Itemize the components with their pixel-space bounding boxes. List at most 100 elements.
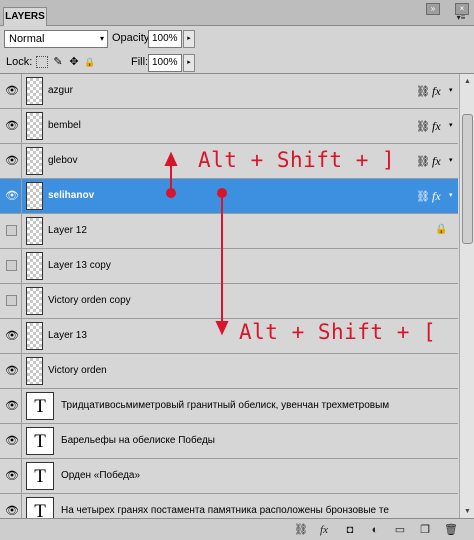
tab-layers[interactable]: LAYERS <box>3 7 47 26</box>
eye-icon: 👁 <box>5 470 19 482</box>
layer-name[interactable]: glebov <box>48 155 77 166</box>
layer-row[interactable]: 👁 Victory orden <box>0 354 458 389</box>
layer-row[interactable]: Layer 12 🔒 <box>0 214 458 249</box>
layer-name[interactable]: Layer 12 <box>48 225 87 236</box>
layer-name[interactable]: На четырех гранях постамента памятника р… <box>61 505 389 516</box>
lock-position-move-icon[interactable]: ✥ <box>68 56 80 68</box>
hidden-eye-box-icon <box>6 295 17 306</box>
lock-all-icon[interactable]: 🔒 <box>84 56 96 68</box>
layer-name[interactable]: Layer 13 copy <box>48 260 111 271</box>
effects-expand-arrow-icon[interactable]: ▾ <box>449 156 453 164</box>
layer-thumbnail <box>26 252 43 280</box>
scroll-up-arrow-icon[interactable]: ▲ <box>462 76 473 87</box>
eye-icon: 👁 <box>5 365 19 377</box>
fill-label: Fill: <box>131 56 149 68</box>
visibility-toggle[interactable]: 👁 <box>0 319 22 353</box>
add-layer-style-icon[interactable]: fx <box>316 522 332 538</box>
hidden-eye-box-icon <box>6 225 17 236</box>
eye-icon: 👁 <box>5 505 19 517</box>
layer-row[interactable]: 👁 T Тридцативосьмиметровый гранитный обели… <box>0 389 458 424</box>
layer-row[interactable]: 👁 T Орден «Победа» <box>0 459 458 494</box>
visibility-toggle[interactable]: 👁 <box>0 109 22 143</box>
layer-thumbnail <box>26 217 43 245</box>
layer-row[interactable]: Layer 13 copy <box>0 249 458 284</box>
opacity-input[interactable]: 100% <box>148 30 182 48</box>
layer-thumbnail <box>26 182 43 210</box>
visibility-toggle[interactable]: 👁 <box>0 179 22 213</box>
visibility-toggle[interactable]: 👁 <box>0 74 22 108</box>
layer-thumbnail <box>26 112 43 140</box>
collapse-panel-button[interactable]: » <box>426 3 440 15</box>
delete-layer-icon[interactable]: 🗑 <box>443 522 459 538</box>
layer-thumbnail <box>26 147 43 175</box>
lock-transparency-icon[interactable] <box>36 56 48 68</box>
chevron-down-icon: ▾ <box>99 34 104 43</box>
layer-row[interactable]: 👁 T На четырех гранях постамента памятника… <box>0 494 458 518</box>
layer-name[interactable]: Орден «Победа» <box>61 470 140 481</box>
layer-thumbnail <box>26 357 43 385</box>
visibility-toggle[interactable]: 👁 <box>0 424 22 458</box>
layer-name[interactable]: Victory orden <box>48 365 107 376</box>
layer-name[interactable]: Victory orden copy <box>48 295 131 306</box>
eye-icon: 👁 <box>5 190 19 202</box>
layer-effects-fx-icon[interactable]: fx <box>432 189 441 204</box>
lock-icon: 🔒 <box>435 224 448 235</box>
new-group-icon[interactable]: ▭ <box>392 522 408 538</box>
shortcut-move-up-text: Alt + Shift + ] <box>198 148 396 172</box>
scroll-down-arrow-icon[interactable]: ▼ <box>462 506 473 517</box>
add-mask-icon[interactable]: ◘ <box>342 522 358 538</box>
layer-effects-fx-icon[interactable]: fx <box>432 119 441 134</box>
panel-menu-button[interactable]: ▾≡ <box>452 12 470 24</box>
layers-scrollbar[interactable]: ▲ ▼ <box>459 74 474 518</box>
effects-expand-arrow-icon[interactable]: ▾ <box>449 121 453 129</box>
visibility-toggle[interactable]: 👁 <box>0 389 22 423</box>
layers-bottom-toolbar: ⛓ fx ◘ ◐ ▭ ❐ 🗑 <box>0 518 474 540</box>
layer-name[interactable]: selihanov <box>48 190 94 201</box>
layer-name[interactable]: Барельефы на обелиске Победы <box>61 435 215 446</box>
layer-thumbnail <box>26 287 43 315</box>
visibility-toggle[interactable]: 👁 <box>0 494 22 518</box>
link-icon: ⛓ <box>416 156 430 168</box>
lock-image-brush-icon[interactable]: ✎ <box>52 56 64 68</box>
layer-name[interactable]: Layer 13 <box>48 330 87 341</box>
layers-list: 👁 azgur ⛓ fx ▾ 👁 bembel ⛓ fx ▾ 👁 glebov ⛓ fx ▾ 👁 selihan… <box>0 73 474 518</box>
new-layer-icon[interactable]: ❐ <box>417 522 433 538</box>
layer-name[interactable]: azgur <box>48 85 73 96</box>
scrollbar-thumb[interactable] <box>462 114 473 244</box>
eye-icon: 👁 <box>5 85 19 97</box>
blend-mode-select[interactable]: Normal ▾ <box>4 30 108 48</box>
opacity-label: Opacity: <box>112 32 153 44</box>
opacity-slider-button[interactable]: ▸ <box>183 30 195 48</box>
visibility-toggle[interactable] <box>0 284 22 318</box>
fill-input[interactable]: 100% <box>148 54 182 72</box>
eye-icon: 👁 <box>5 155 19 167</box>
text-layer-thumbnail: T <box>26 462 54 490</box>
layer-thumbnail <box>26 77 43 105</box>
layer-row[interactable]: 👁 selihanov ⛓ fx ▾ <box>0 179 458 214</box>
layer-name[interactable]: bembel <box>48 120 81 131</box>
text-layer-thumbnail: T <box>26 392 54 420</box>
eye-icon: 👁 <box>5 120 19 132</box>
fill-slider-button[interactable]: ▸ <box>183 54 195 72</box>
visibility-toggle[interactable]: 👁 <box>0 354 22 388</box>
link-icon: ⛓ <box>416 121 430 133</box>
eye-icon: 👁 <box>5 435 19 447</box>
visibility-toggle[interactable] <box>0 249 22 283</box>
effects-expand-arrow-icon[interactable]: ▾ <box>449 191 453 199</box>
layer-effects-fx-icon[interactable]: fx <box>432 154 441 169</box>
visibility-toggle[interactable] <box>0 214 22 248</box>
lock-label: Lock: <box>6 56 33 68</box>
effects-expand-arrow-icon[interactable]: ▾ <box>449 86 453 94</box>
visibility-toggle[interactable]: 👁 <box>0 459 22 493</box>
layer-row[interactable]: 👁 T Барельефы на обелиске Победы <box>0 424 458 459</box>
layer-row[interactable]: Victory orden copy <box>0 284 458 319</box>
layer-name[interactable]: Тридцативосьмиметровый гранитный обелиск… <box>61 400 389 411</box>
layer-row[interactable]: 👁 azgur ⛓ fx ▾ <box>0 74 458 109</box>
link-layers-icon[interactable]: ⛓ <box>293 522 309 538</box>
layer-thumbnail <box>26 322 43 350</box>
layer-effects-fx-icon[interactable]: fx <box>432 84 441 99</box>
new-adjustment-layer-icon[interactable]: ◐ <box>367 522 383 538</box>
visibility-toggle[interactable]: 👁 <box>0 144 22 178</box>
panel-titlebar: LAYERS » × ▾≡ <box>0 0 474 26</box>
layer-row[interactable]: 👁 bembel ⛓ fx ▾ <box>0 109 458 144</box>
